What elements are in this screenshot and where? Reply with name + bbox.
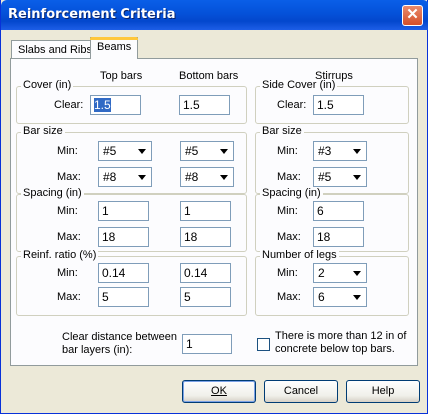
chevron-down-icon[interactable] [216, 143, 232, 159]
spacing-legend: Spacing (in) [21, 187, 84, 199]
chevron-down-icon[interactable] [134, 169, 150, 185]
bottom-spacing-max-input[interactable]: 18 [180, 227, 231, 247]
cancel-label: Cancel [283, 385, 319, 397]
chevron-down-icon[interactable] [349, 169, 365, 185]
help-button[interactable]: Help [346, 380, 420, 403]
selected-value: 6 [318, 290, 325, 304]
reinforcement-criteria-dialog: Reinforcement Criteria ✕ Slabs and Ribs … [0, 0, 428, 414]
tab-label: Slabs and Ribs [18, 44, 92, 56]
close-icon: ✕ [406, 6, 419, 23]
reinf-ratio-max-label: Max: [57, 291, 81, 303]
bottom-cover-input[interactable]: 1.5 [179, 95, 230, 115]
concrete-below-top-bars-checkbox[interactable] [257, 338, 270, 351]
reinf-ratio-legend: Reinf. ratio (%) [21, 249, 99, 261]
selected-value: #5 [318, 170, 332, 184]
close-button[interactable]: ✕ [402, 5, 423, 26]
stirrup-spacing-min-label: Min: [277, 205, 298, 217]
reinf-ratio-min-label: Min: [57, 267, 78, 279]
side-cover-legend: Side Cover (in) [260, 79, 338, 91]
stirrup-bar-size-min-select[interactable]: #3 [313, 141, 367, 161]
clear-distance-input[interactable]: 1 [182, 334, 232, 354]
side-cover-clear-label: Clear: [277, 99, 307, 111]
chevron-down-icon[interactable] [134, 143, 150, 159]
stirrup-bar-size-legend: Bar size [260, 125, 304, 137]
concrete-check-label-line2: concrete below top bars. [275, 343, 395, 355]
clear-distance-label-line2: bar layers (in): [62, 344, 133, 356]
legs-min-label: Min: [277, 267, 298, 279]
spacing-min-label: Min: [57, 205, 78, 217]
selected-value: #8 [185, 170, 199, 184]
bottom-bar-size-max-select[interactable]: #8 [180, 167, 234, 187]
header-bottom-bars: Bottom bars [179, 70, 239, 82]
top-spacing-min-input[interactable]: 1 [98, 201, 149, 221]
stirrup-spacing-max-input[interactable]: 18 [313, 227, 364, 247]
selected-value: #8 [103, 170, 117, 184]
stirrup-bar-min-label: Min: [277, 145, 298, 157]
dialog-title: Reinforcement Criteria [8, 7, 176, 22]
legs-min-select[interactable]: 2 [313, 263, 367, 283]
number-of-legs-legend: Number of legs [260, 249, 339, 261]
bottom-bar-size-min-select[interactable]: #5 [180, 141, 234, 161]
tab-label: Beams [97, 41, 132, 53]
chevron-down-icon[interactable] [349, 289, 365, 305]
stirrup-spacing-min-input[interactable]: 6 [313, 201, 364, 221]
stirrup-spacing-legend: Spacing (in) [260, 187, 323, 199]
bottom-reinf-ratio-min-input[interactable]: 0.14 [180, 263, 231, 283]
top-bar-size-max-select[interactable]: #8 [98, 167, 152, 187]
ok-button[interactable]: OK [182, 380, 256, 403]
cover-clear-label: Clear: [54, 99, 84, 111]
bar-size-min-label: Min: [57, 145, 78, 157]
bottom-reinf-ratio-max-input[interactable]: 5 [180, 287, 231, 307]
chevron-down-icon[interactable] [216, 169, 232, 185]
legs-max-label: Max: [277, 291, 301, 303]
stirrup-bar-size-max-select[interactable]: #5 [313, 167, 367, 187]
help-label: Help [371, 385, 395, 397]
stirrup-spacing-max-label: Max: [277, 231, 301, 243]
title-bar[interactable]: Reinforcement Criteria ✕ [1, 0, 428, 30]
legs-max-select[interactable]: 6 [313, 287, 367, 307]
header-top-bars: Top bars [100, 70, 143, 82]
bar-size-legend: Bar size [21, 125, 65, 137]
selected-value: #5 [103, 144, 117, 158]
tab-panel-beams: Top bars Bottom bars Stirrups Cover (in)… [10, 58, 418, 366]
concrete-check-label-line1: There is more than 12 in of [275, 330, 407, 342]
top-bar-size-min-select[interactable]: #5 [98, 141, 152, 161]
bar-size-max-label: Max: [57, 171, 81, 183]
ok-label: OK [211, 385, 227, 397]
chevron-down-icon[interactable] [349, 265, 365, 281]
spacing-max-label: Max: [57, 231, 81, 243]
top-reinf-ratio-min-input[interactable]: 0.14 [98, 263, 149, 283]
tab-slabs-and-ribs[interactable]: Slabs and Ribs [11, 40, 99, 60]
side-cover-input[interactable]: 1.5 [313, 95, 364, 115]
stirrup-bar-max-label: Max: [277, 171, 301, 183]
cancel-button[interactable]: Cancel [264, 380, 338, 403]
selected-value: #3 [318, 144, 332, 158]
clear-distance-label-line1: Clear distance between [62, 331, 177, 343]
cover-legend: Cover (in) [21, 79, 74, 91]
chevron-down-icon[interactable] [349, 143, 365, 159]
top-reinf-ratio-max-input[interactable]: 5 [98, 287, 149, 307]
tab-beams[interactable]: Beams [90, 37, 139, 59]
selected-value: #5 [185, 144, 199, 158]
top-cover-input[interactable]: 1.5 [90, 95, 141, 115]
top-spacing-max-input[interactable]: 18 [98, 227, 149, 247]
selected-value: 2 [318, 266, 325, 280]
bottom-spacing-min-input[interactable]: 1 [180, 201, 231, 221]
